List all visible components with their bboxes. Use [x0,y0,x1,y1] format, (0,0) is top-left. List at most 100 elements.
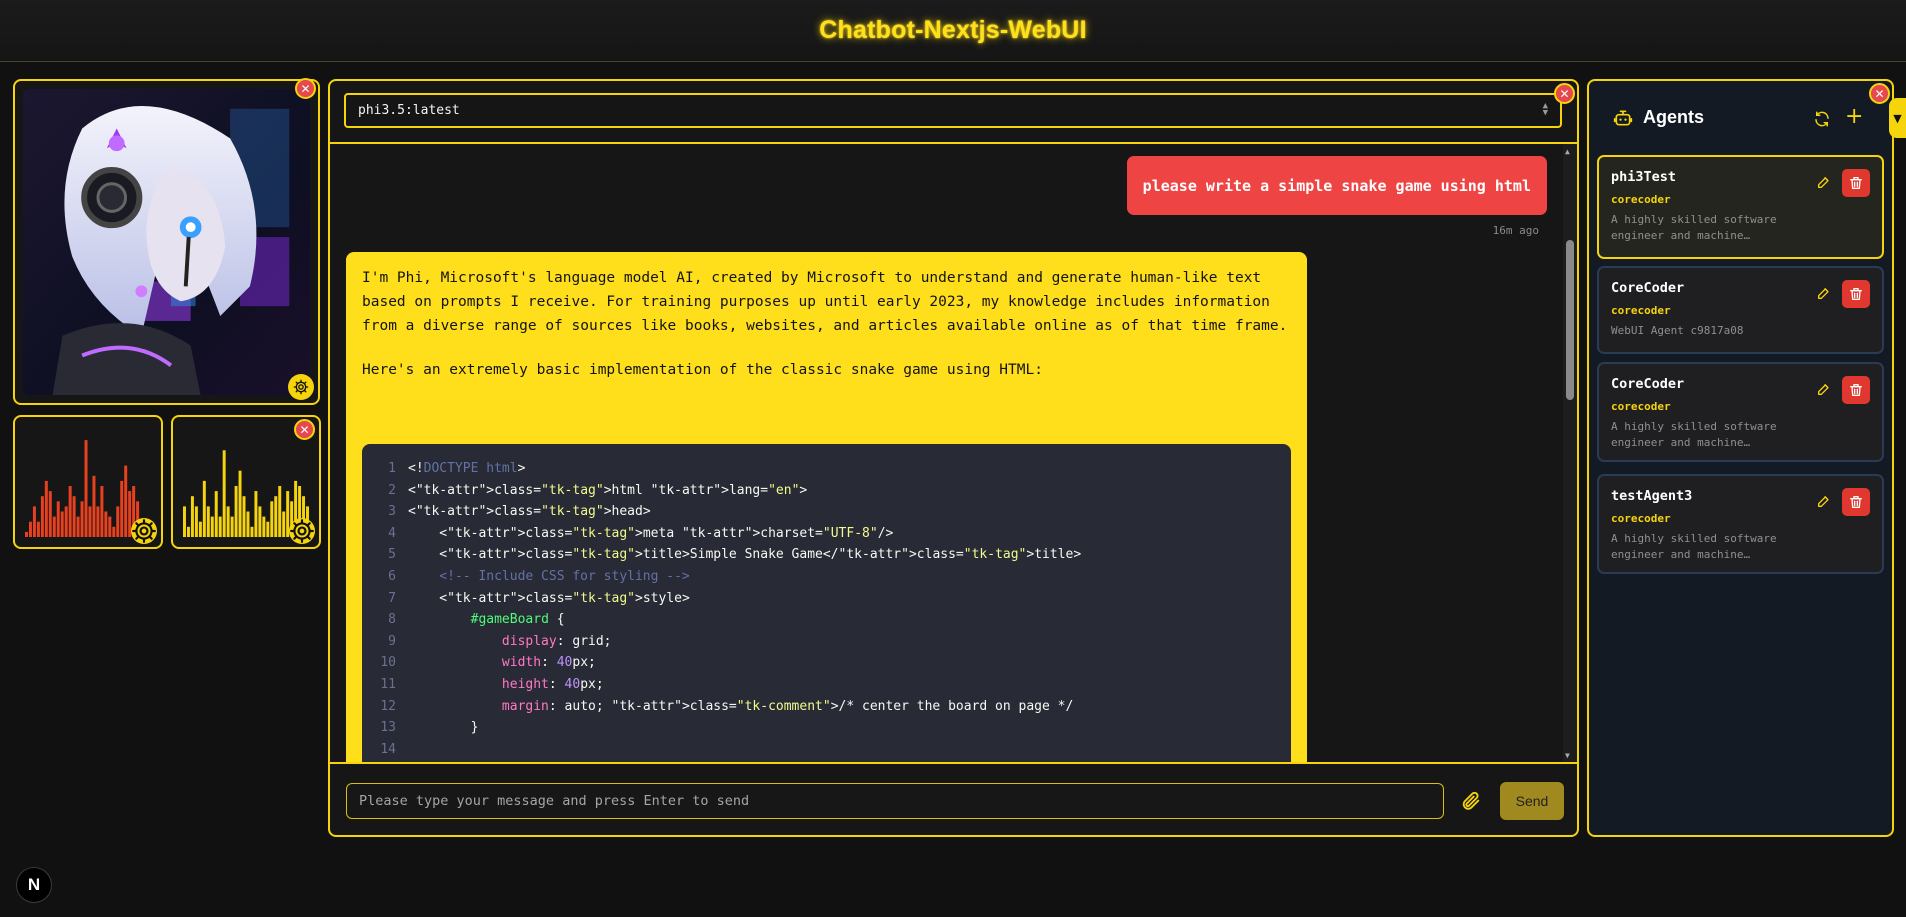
visualizer-bar [64,506,68,537]
visualizer-bar [48,491,52,537]
visualizer-bar [72,496,76,537]
agent-card[interactable]: testAgent3 corecoder A highly skilled soft… [1597,474,1884,574]
visualizer-bar [198,521,202,537]
visualizer-bar [80,501,84,537]
visualizer-bar [194,506,198,537]
code-block[interactable]: 1 <!DOCTYPE html> 2 <"tk-attr">class="tk-ta… [362,444,1291,762]
visualizer-bar [56,501,60,537]
message-list[interactable]: please write a simple snake game using h… [330,142,1577,764]
delete-agent-button[interactable] [1842,280,1870,308]
line-number: 9 [388,633,396,649]
visualizer-bar [266,521,270,537]
line-number: 1 [388,461,396,476]
visualizer-bar [242,496,246,537]
visualizer-right-settings-button[interactable] [289,518,315,544]
line-number: 14 [380,741,396,757]
visualizer-bar [230,516,234,537]
edit-icon [1818,383,1829,395]
line-number: 13 [380,720,396,736]
visualizer-bar [282,511,286,537]
audio-visualizer-left [13,415,163,549]
visualizer-bar [92,475,96,537]
agent-card[interactable]: CoreCoder corecoder A highly skilled softw… [1597,362,1884,462]
edit-agent-button[interactable] [1816,174,1832,194]
code-text: width: 40px; [501,655,596,671]
visualizer-bar [120,480,124,537]
code-line: 11 height: 40px; [362,674,1291,696]
visualizer-bar [108,516,112,537]
visualizer-bar [28,521,32,537]
visualizer-bar [234,486,238,537]
avatar-settings-button[interactable] [288,374,314,400]
add-agent-button[interactable]: + [1845,104,1863,129]
nextjs-badge[interactable]: N [16,867,52,903]
code-text: <"tk-attr">class="tk-tag">head> [408,504,651,520]
sidebar-toggle-tab[interactable]: ▼ [1889,98,1906,138]
visualizer-bar [206,506,210,537]
model-select[interactable]: phi3.5:latest ▲ ▼ [344,93,1562,128]
agents-title: Agents [1643,107,1705,127]
gear-icon [293,379,309,395]
code-text: } [408,720,479,736]
edit-agent-button[interactable] [1816,285,1832,305]
agent-description: A highly skilled software engineer and m… [1611,532,1777,561]
visualizer-bar [270,501,274,537]
scroll-up-icon[interactable]: ▲ [1565,147,1570,156]
visualizer-bar [258,506,262,537]
visualizer-bar [210,516,214,537]
agent-card[interactable]: CoreCoder corecoder WebUI Agent c9817a08 [1597,266,1884,354]
scrollbar[interactable]: ▲ ▼ [1563,144,1577,762]
chat-panel: phi3.5:latest ▲ ▼ ✕ please write a simple… [328,79,1579,837]
avatar-panel: ✕ [13,78,320,405]
line-number: 2 [388,482,396,498]
visualizer-bar [202,480,206,537]
edit-icon [1818,495,1829,507]
visualizer-bar [84,440,88,537]
avatar-close-button[interactable]: ✕ [295,78,316,99]
delete-agent-button[interactable] [1842,488,1870,516]
visualizer-bar [186,526,190,537]
code-text: <"tk-attr">class="tk-tag">title>Simple S… [408,547,1082,563]
visualizer-bar [96,506,100,537]
line-number: 4 [388,525,396,541]
visualizer-bar [238,470,242,537]
code-line: 8 #gameBoard { [362,609,1291,631]
scrollbar-thumb[interactable] [1566,240,1574,400]
line-number: 3 [388,504,396,520]
chat-close-button[interactable]: ✕ [1554,83,1575,104]
visualizer-bar [76,516,80,537]
visualizer-bar [100,486,104,537]
line-number: 8 [388,612,396,628]
agent-card[interactable]: phi3Test corecoder A highly skilled softwa… [1597,155,1884,259]
code-line: 1 <!DOCTYPE html> [362,458,1291,480]
visualizer-bar [88,506,92,537]
line-number: 11 [380,676,396,692]
scroll-down-icon[interactable]: ▼ [1565,751,1570,760]
message-timestamp: 16m ago [1492,224,1539,237]
send-button[interactable]: Send [1500,782,1564,820]
visualizer-close-button[interactable]: ✕ [294,419,315,440]
edit-agent-button[interactable] [1816,493,1832,513]
refresh-agents-button[interactable] [1813,110,1831,132]
message-input[interactable]: Please type your message and press Enter… [346,783,1444,819]
top-bar: Chatbot-Nextjs-WebUI [0,0,1906,62]
assistant-paragraph: I'm Phi, Microsoft's language model AI, … [362,270,1288,334]
code-text: <!-- Include CSS for styling --> [408,568,690,584]
robot-icon [1613,110,1633,125]
delete-agent-button[interactable] [1842,376,1870,404]
visualizer-bar [112,526,116,537]
delete-agent-button[interactable] [1842,169,1870,197]
gear-icon [132,519,156,543]
agents-close-button[interactable]: ✕ [1869,83,1890,104]
visualizer-left-settings-button[interactable] [131,518,157,544]
agent-role: corecoder [1611,193,1671,206]
trash-icon [1850,384,1862,396]
visualizer-bar [40,496,44,537]
agent-description: A highly skilled software engineer and m… [1611,213,1777,242]
message-input-placeholder: Please type your message and press Enter… [359,793,750,809]
attach-button[interactable] [1460,790,1482,812]
line-number: 7 [388,590,396,606]
visualizer-bar [246,511,250,537]
edit-agent-button[interactable] [1816,381,1832,401]
assistant-message: I'm Phi, Microsoft's language model AI, … [346,252,1307,762]
